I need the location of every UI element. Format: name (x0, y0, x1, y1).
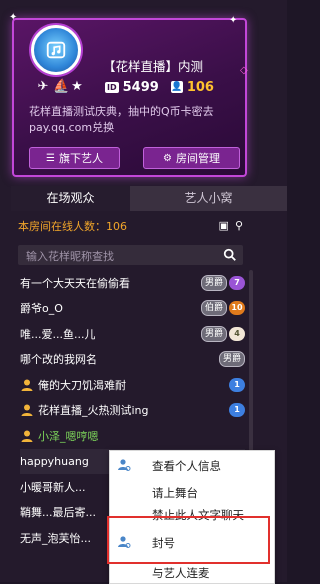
sparkle-icon: ✦ (9, 12, 18, 23)
list-item[interactable]: 有一个大天天在偷偷看 男爵 7 (20, 270, 245, 296)
plane-icon[interactable]: ✈ (36, 80, 50, 94)
level-badge: 10 (229, 301, 245, 316)
rank-badge: 男爵 (200, 325, 227, 342)
room-manage-button[interactable]: ⚙ 房间管理 (143, 147, 240, 169)
tab-bar: 在场观众 艺人小窝 (11, 186, 287, 211)
tab-audience[interactable]: 在场观众 (11, 186, 130, 211)
room-title: 【花样直播】内测 (103, 56, 203, 75)
room-title-name: 内测 (178, 59, 204, 74)
tab-artist-nest[interactable]: 艺人小窝 (130, 186, 287, 211)
music-note-icon (46, 41, 66, 59)
rank-badge: 男爵 (200, 274, 227, 291)
user-name: 鞘舞...最后寄... (20, 506, 96, 520)
artists-button[interactable]: ☰ 旗下艺人 (29, 147, 120, 169)
star-icon[interactable]: ★ (70, 80, 84, 94)
online-count: 本房间在线人数：106 (18, 220, 127, 233)
room-notice: 花样直播测试庆典，抽中的Q币卡密去 pay.qq.com兑换 (29, 104, 239, 136)
user-name: 无声_泡芙怡... (20, 531, 91, 545)
menu-item-view-profile[interactable]: 查看个人信息 (110, 454, 274, 476)
room-panel: ✦ ◇ ✦ ◇ 【花样直播】内测 ✈ ⛵ ★ ID 5499 👤 106 花样直… (0, 0, 287, 584)
user-name: 俺的大刀饥渴难耐 (38, 378, 126, 392)
level-badge: 1 (229, 403, 245, 418)
user-name: 爵爷o_O (20, 302, 63, 316)
id-card-icon[interactable]: ▣ (219, 219, 229, 232)
notice-line: 花样直播测试庆典，抽中的Q币卡密去 (29, 105, 214, 118)
room-header-card: ✦ ◇ ✦ ◇ 【花样直播】内测 ✈ ⛵ ★ ID 5499 👤 106 花样直… (9, 13, 248, 177)
sparkle-icon: ✦ (229, 15, 238, 26)
room-manage-button-label: 房间管理 (175, 152, 220, 165)
search-box (18, 245, 243, 265)
list-item[interactable]: 俺的大刀饥渴难耐 1 (20, 372, 245, 398)
list-item[interactable]: 唯...爱...鱼...儿 男爵 4 (20, 321, 245, 347)
level-badge: 1 (229, 377, 245, 392)
list-icon: ☰ (46, 152, 55, 164)
room-stats: ✈ ⛵ ★ ID 5499 👤 106 (36, 78, 214, 96)
sparkle-icon: ◇ (240, 65, 248, 76)
search-input[interactable] (24, 247, 223, 265)
artists-button-label: 旗下艺人 (58, 152, 103, 165)
menu-item-label: 请上舞台 (152, 486, 198, 500)
list-item[interactable]: 哪个改的我网名 男爵 (20, 347, 245, 373)
user-search-icon (118, 459, 131, 471)
list-item[interactable]: 小泽_嗯哼嗯 (20, 423, 245, 449)
user-name: 小暖哥新人... (20, 480, 86, 494)
level-badge: 4 (229, 326, 245, 341)
rank-badge: 男爵 (218, 351, 245, 368)
user-avatar-icon (21, 379, 33, 391)
room-title-brand: 【花样直播】 (103, 59, 179, 74)
boat-icon[interactable]: ⛵ (53, 80, 69, 94)
menu-item-invite-stage[interactable]: 请上舞台 (110, 481, 274, 503)
user-name: 花样直播_火热测试ing (38, 404, 149, 418)
location-pin-icon[interactable]: ⚲ (235, 219, 243, 232)
list-item[interactable]: 爵爷o_O 伯爵 10 (20, 296, 245, 322)
user-name: 哪个改的我网名 (20, 353, 97, 367)
rank-badge: 伯爵 (200, 300, 227, 317)
user-name: 唯...爱...鱼...儿 (20, 327, 96, 341)
room-logo-icon (31, 25, 81, 75)
menu-item-label: 与艺人连麦 (152, 566, 210, 580)
menu-item-label: 查看个人信息 (152, 459, 221, 473)
user-icon: 👤 (170, 81, 183, 93)
list-item[interactable]: 花样直播_火热测试ing 1 (20, 398, 245, 424)
search-icon[interactable] (223, 248, 237, 262)
ban-option-highlight (107, 516, 270, 564)
level-badge: 7 (229, 275, 245, 290)
user-name: 有一个大天天在偷偷看 (20, 276, 130, 290)
user-name: 小泽_嗯哼嗯 (38, 429, 99, 443)
gear-icon: ⚙ (163, 152, 172, 164)
room-id: 5499 (122, 79, 159, 95)
room-id-tag: ID (105, 81, 119, 93)
user-avatar-icon (21, 404, 33, 417)
online-count-row: 本房间在线人数：106 ▣ ⚲ (18, 218, 243, 236)
notice-line: pay.qq.com兑换 (29, 121, 115, 134)
menu-item-link-mic[interactable]: 与艺人连麦 (110, 561, 274, 583)
user-avatar-icon (21, 430, 33, 442)
fans-count: 106 (186, 79, 214, 95)
user-name: happyhuang (20, 454, 89, 468)
